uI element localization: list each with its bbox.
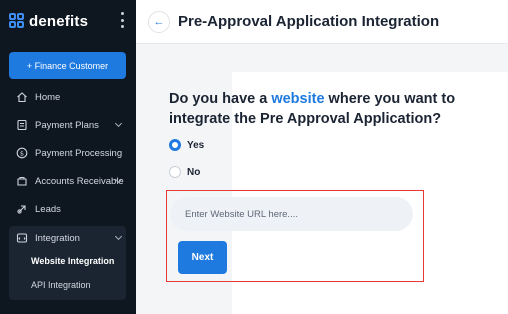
option-yes[interactable]: Yes [169, 139, 204, 151]
question-highlight: website [271, 91, 325, 107]
sidebar-item-label: Leads [35, 203, 61, 215]
sidebar: denefits + Finance Customer Home Payment… [0, 0, 136, 314]
option-no[interactable]: No [169, 166, 200, 178]
denefits-logo-icon [9, 13, 25, 29]
radio-no[interactable] [169, 166, 181, 178]
more-menu-icon[interactable] [119, 12, 125, 28]
question-text: Do you have a [169, 91, 272, 107]
home-icon [16, 91, 28, 103]
finance-customer-button[interactable]: + Finance Customer [9, 52, 126, 79]
option-label: No [187, 166, 201, 178]
document-icon [16, 119, 28, 131]
sidebar-item-label: Home [35, 91, 61, 103]
website-url-input[interactable] [170, 197, 413, 231]
brand[interactable]: denefits [9, 11, 88, 31]
sidebar-item-label: Integration [35, 232, 80, 244]
sidebar-item-home[interactable]: Home [9, 86, 126, 108]
leads-icon [16, 203, 28, 215]
question-heading: Do you have a website where you want to … [169, 89, 489, 129]
brand-name: denefits [29, 12, 89, 30]
dollar-icon: $ [16, 147, 28, 159]
sidebar-subitem-api-integration[interactable]: API Integration [31, 280, 91, 290]
sidebar-subitem-website-integration[interactable]: Website Integration [31, 256, 114, 266]
sidebar-item-label: Payment Plans [35, 119, 99, 131]
svg-text:$: $ [20, 149, 24, 157]
sidebar-item-label: Accounts Receivable [35, 175, 124, 187]
next-button[interactable]: Next [178, 241, 227, 274]
integration-icon [16, 232, 28, 244]
sidebar-item-payment-plans[interactable]: Payment Plans [9, 114, 126, 136]
receivable-icon [16, 175, 28, 187]
sidebar-item-payment-processing[interactable]: $ Payment Processing [9, 142, 126, 164]
chevron-down-icon [114, 232, 123, 241]
sidebar-item-accounts-receivable[interactable]: Accounts Receivable [9, 170, 126, 192]
option-label: Yes [187, 139, 205, 151]
page-title: Pre-Approval Application Integration [178, 13, 440, 30]
sidebar-item-label: Payment Processing [35, 147, 123, 159]
sidebar-item-integration[interactable]: Integration [9, 227, 126, 249]
radio-yes[interactable] [169, 139, 181, 151]
chevron-down-icon [114, 119, 123, 128]
page-header: ← Pre-Approval Application Integration [136, 0, 508, 44]
back-arrow-icon[interactable]: ← [148, 11, 170, 33]
sidebar-item-leads[interactable]: Leads [9, 198, 126, 220]
